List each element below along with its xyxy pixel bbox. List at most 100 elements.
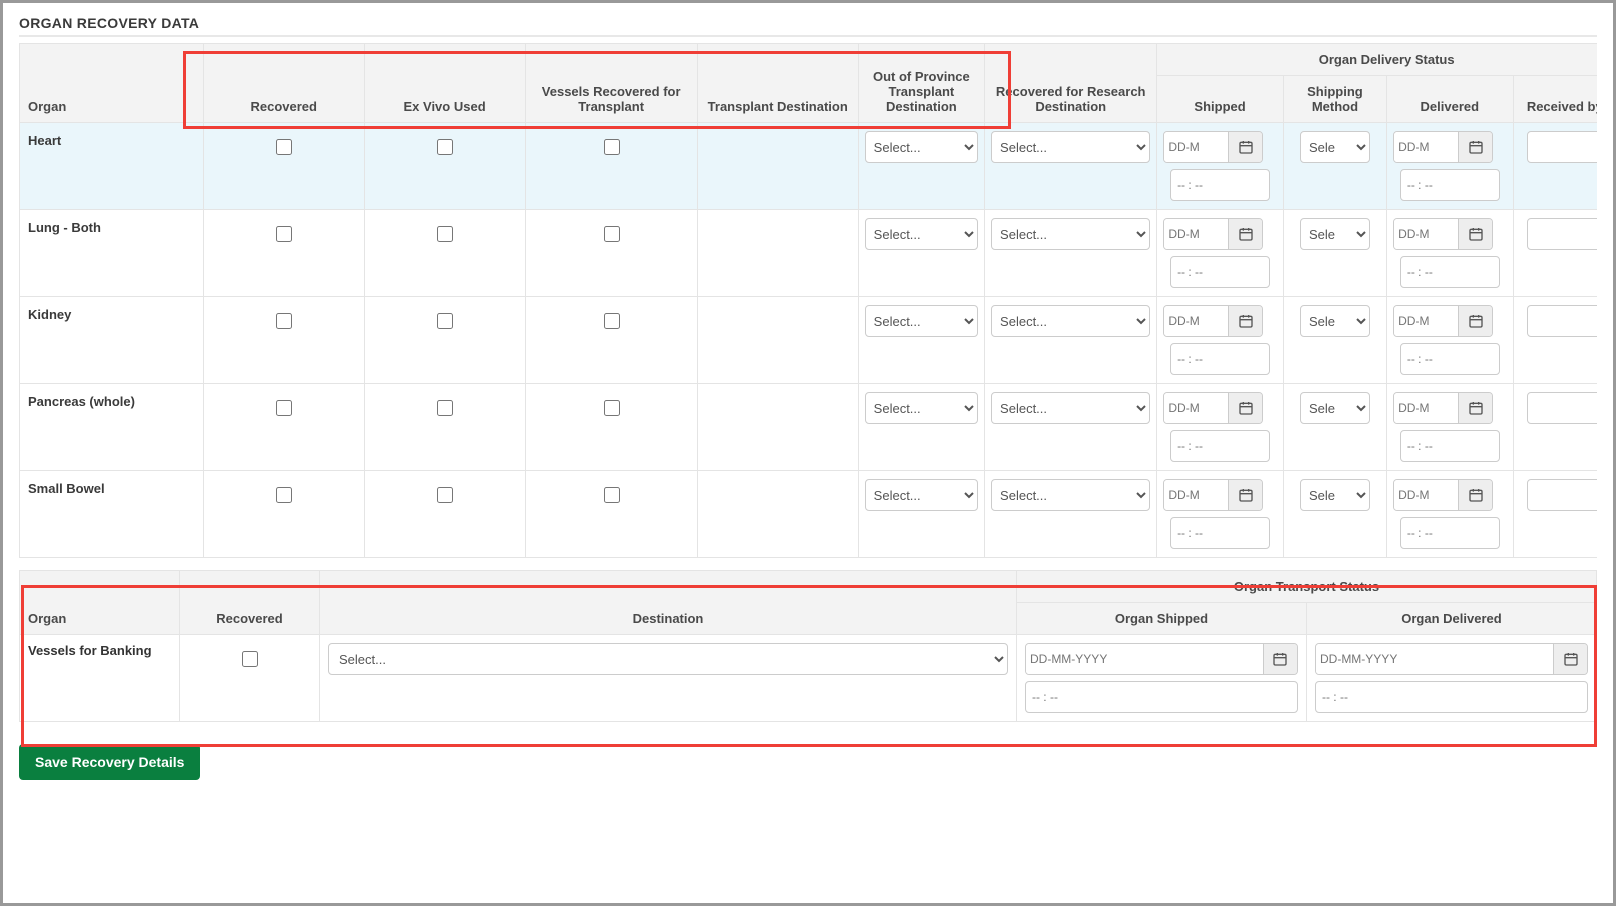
recovered-checkbox[interactable] [276,400,292,416]
date-input[interactable] [1164,219,1228,249]
oop-select[interactable]: Select... [865,218,978,250]
received-by-input[interactable] [1527,131,1597,163]
date-input[interactable] [1394,132,1458,162]
date-picker [1393,305,1493,337]
research-select[interactable]: Select... [991,479,1150,511]
method-select[interactable]: Sele [1300,305,1370,337]
calendar-button[interactable] [1228,306,1262,336]
vessels-checkbox[interactable] [604,139,620,155]
cell-method: Sele [1283,384,1386,471]
cell-received-by [1513,210,1597,297]
calendar-button[interactable] [1228,480,1262,510]
recovered-checkbox[interactable] [242,651,258,667]
time-input[interactable] [1170,343,1270,375]
research-select[interactable]: Select... [991,218,1150,250]
th-delivery-group: Organ Delivery Status [1157,44,1597,76]
calendar-button[interactable] [1263,644,1297,674]
time-input[interactable] [1170,517,1270,549]
vessels-checkbox[interactable] [604,487,620,503]
destination-select[interactable]: Select... [328,643,1008,675]
th-shipped: Shipped [1157,76,1283,123]
calendar-button[interactable] [1458,393,1492,423]
calendar-button[interactable] [1458,132,1492,162]
date-input[interactable] [1394,393,1458,423]
table-row: Small BowelSelect...Select...Sele [20,471,1598,558]
th-tdest: Transplant Destination [697,44,858,123]
date-picker [1163,392,1263,424]
vessels-checkbox[interactable] [604,226,620,242]
time-input[interactable] [1400,256,1500,288]
method-select[interactable]: Sele [1300,479,1370,511]
cell-shipped [1157,210,1283,297]
date-input[interactable] [1164,393,1228,423]
calendar-button[interactable] [1553,644,1587,674]
research-select[interactable]: Select... [991,305,1150,337]
recovered-checkbox[interactable] [276,139,292,155]
oop-select[interactable]: Select... [865,479,978,511]
cell-received-by [1513,297,1597,384]
method-select[interactable]: Sele [1300,392,1370,424]
vessels-checkbox[interactable] [604,400,620,416]
table-header: Organ Recovered Ex Vivo Used Vessels Rec… [20,44,1598,123]
date-input[interactable] [1164,480,1228,510]
research-select[interactable]: Select... [991,131,1150,163]
date-input[interactable] [1164,132,1228,162]
table-row: KidneySelect...Select...Sele [20,297,1598,384]
method-select[interactable]: Sele [1300,131,1370,163]
th-sub-delivered: Organ Delivered [1306,603,1596,635]
calendar-button[interactable] [1458,480,1492,510]
date-input[interactable] [1026,644,1263,674]
calendar-button[interactable] [1228,393,1262,423]
calendar-button[interactable] [1228,132,1262,162]
date-input[interactable] [1394,219,1458,249]
vessels-checkbox[interactable] [604,313,620,329]
th-organ: Organ [20,44,204,123]
oop-select[interactable]: Select... [865,305,978,337]
th-recovered: Recovered [203,44,364,123]
oop-select[interactable]: Select... [865,131,978,163]
cell-organ: Heart [20,123,204,210]
time-input[interactable] [1025,681,1298,713]
calendar-button[interactable] [1458,306,1492,336]
recovered-checkbox[interactable] [276,313,292,329]
date-input[interactable] [1164,306,1228,336]
recovered-checkbox[interactable] [276,487,292,503]
exvivo-checkbox[interactable] [437,313,453,329]
exvivo-checkbox[interactable] [437,400,453,416]
cell-oop: Select... [858,471,984,558]
time-input[interactable] [1400,517,1500,549]
calendar-icon [1468,139,1484,155]
date-input[interactable] [1394,306,1458,336]
exvivo-checkbox[interactable] [437,139,453,155]
received-by-input[interactable] [1527,305,1597,337]
exvivo-checkbox[interactable] [437,487,453,503]
sub-table-body: Vessels for BankingSelect... [20,635,1597,722]
recovered-checkbox[interactable] [276,226,292,242]
received-by-input[interactable] [1527,479,1597,511]
th-received-by: Received by [1513,76,1597,123]
cell-research: Select... [985,210,1157,297]
date-input[interactable] [1394,480,1458,510]
save-button[interactable]: Save Recovery Details [19,744,200,780]
time-input[interactable] [1400,169,1500,201]
table-body: HeartSelect...Select...SeleLung - BothSe… [20,123,1598,558]
time-input[interactable] [1170,430,1270,462]
oop-select[interactable]: Select... [865,392,978,424]
research-select[interactable]: Select... [991,392,1150,424]
date-input[interactable] [1316,644,1553,674]
time-input[interactable] [1315,681,1588,713]
received-by-input[interactable] [1527,392,1597,424]
calendar-icon [1238,487,1254,503]
received-by-input[interactable] [1527,218,1597,250]
time-input[interactable] [1400,343,1500,375]
calendar-icon [1468,313,1484,329]
cell-vessels [525,123,697,210]
calendar-button[interactable] [1458,219,1492,249]
time-input[interactable] [1170,169,1270,201]
method-select[interactable]: Sele [1300,218,1370,250]
calendar-icon [1238,139,1254,155]
calendar-button[interactable] [1228,219,1262,249]
exvivo-checkbox[interactable] [437,226,453,242]
time-input[interactable] [1170,256,1270,288]
time-input[interactable] [1400,430,1500,462]
